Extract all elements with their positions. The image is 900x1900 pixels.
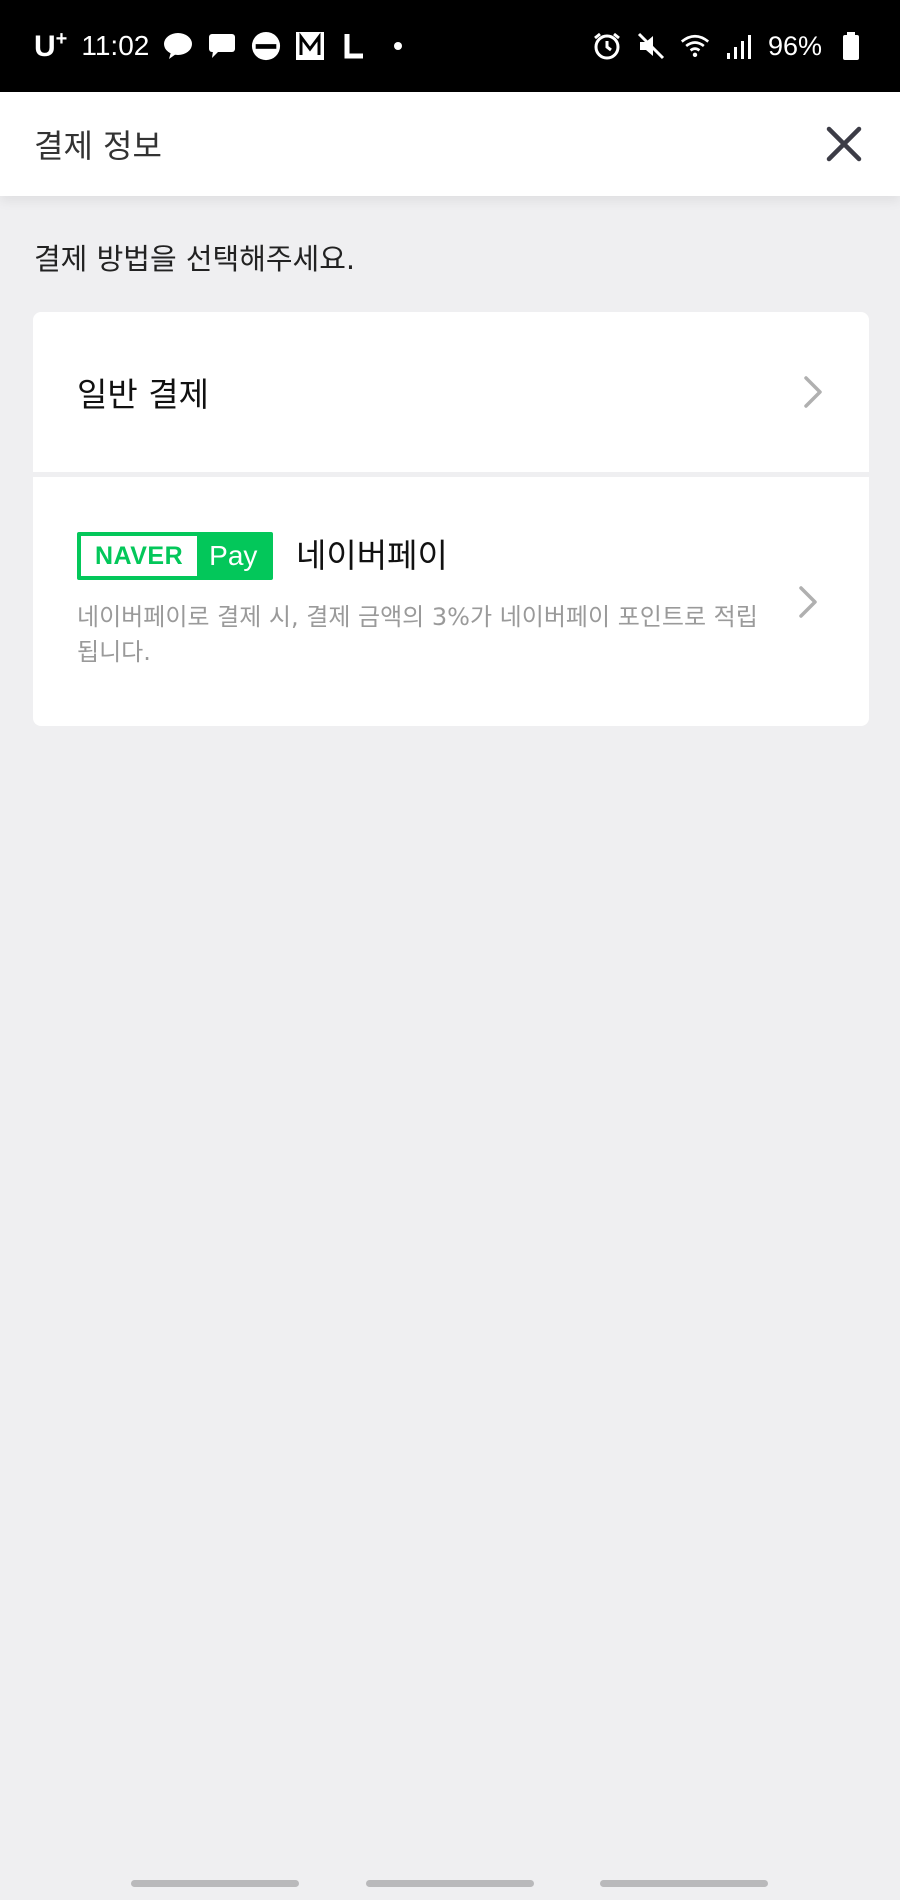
close-button[interactable] xyxy=(822,122,866,166)
carrier-label: U+ xyxy=(34,28,68,63)
naver-logo-text: NAVER xyxy=(81,536,198,576)
battery-percent: 96% xyxy=(767,30,822,61)
naverpay-logo: NAVER Pay xyxy=(77,532,274,580)
chevron-right-icon xyxy=(801,372,825,412)
page-title: 결제 정보 xyxy=(34,127,162,165)
alarm-icon xyxy=(592,31,622,61)
m-app-icon xyxy=(295,31,325,61)
message-icon xyxy=(207,31,237,61)
battery-icon xyxy=(836,31,866,61)
gesture-hint-left xyxy=(131,1880,299,1887)
naverpay-description: 네이버페이로 결제 시, 결제 금액의 3%가 네이버페이 포인트로 적립됩니다… xyxy=(77,603,758,666)
page-header: 결제 정보 xyxy=(0,92,900,196)
naverpay-label: 네이버페이 xyxy=(296,536,448,575)
signal-icon xyxy=(724,31,754,61)
instruction-text: 결제 방법을 선택해주세요. xyxy=(34,242,356,276)
wifi-icon xyxy=(680,31,710,61)
chevron-right-icon xyxy=(796,582,820,622)
general-payment-label: 일반 결제 xyxy=(77,375,209,414)
general-payment-option[interactable]: 일반 결제 xyxy=(33,312,869,472)
close-icon xyxy=(826,126,862,162)
tmon-icon xyxy=(251,31,281,61)
mute-icon xyxy=(636,31,666,61)
pay-logo-text: Pay xyxy=(197,536,270,576)
l-app-icon xyxy=(339,31,369,61)
clock: 11:02 xyxy=(81,30,150,61)
status-bar: U+ 11:02 96% xyxy=(0,0,900,92)
talk-bubble-icon xyxy=(163,31,193,61)
gesture-hint-right xyxy=(600,1880,768,1887)
gesture-hint-center xyxy=(366,1880,534,1887)
more-dot-icon xyxy=(383,31,413,61)
